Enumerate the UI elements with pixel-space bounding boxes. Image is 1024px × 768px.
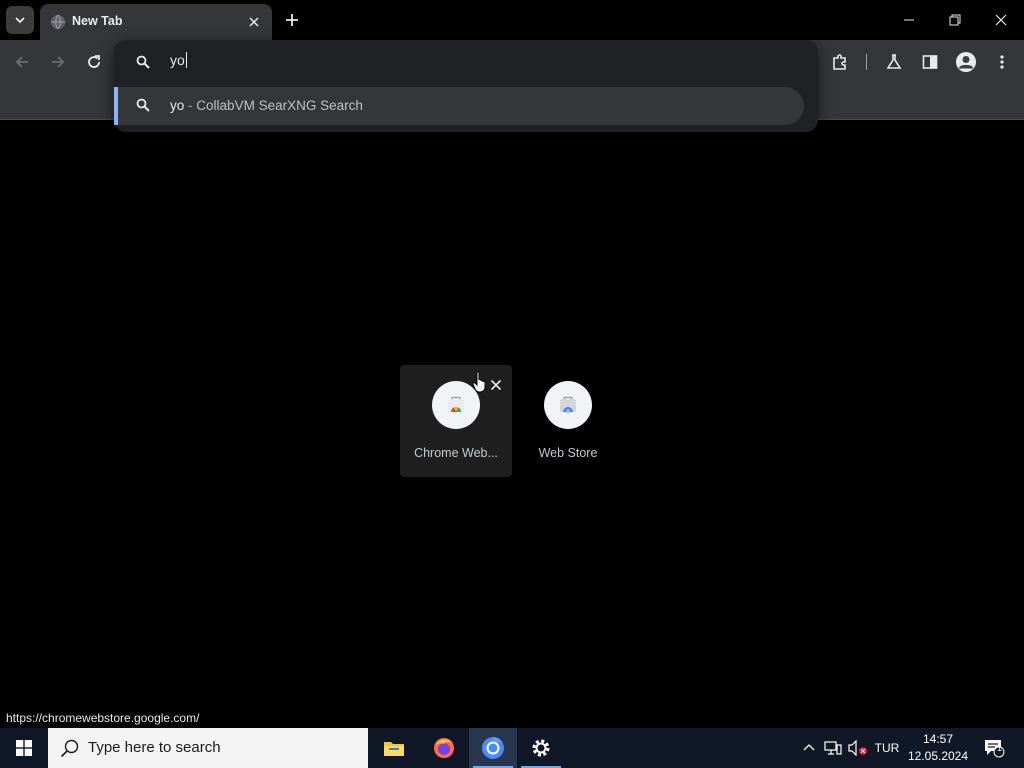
network-icon <box>824 741 842 755</box>
avatar-icon <box>956 52 976 72</box>
suggestion-text: yo - CollabVM SearXNG Search <box>170 98 363 113</box>
arrow-left-icon <box>15 56 28 68</box>
omnibox-suggestion[interactable]: yo - CollabVM SearXNG Search <box>114 87 804 125</box>
taskbar-firefox[interactable] <box>420 728 468 768</box>
tab-new-tab[interactable]: New Tab <box>40 4 272 40</box>
taskbar-search-box[interactable]: Type here to search <box>48 728 368 768</box>
taskbar-file-explorer[interactable] <box>370 728 418 768</box>
suggestion-description: CollabVM SearXNG Search <box>196 98 363 113</box>
side-panel-icon <box>922 55 938 69</box>
minimize-icon <box>904 19 914 21</box>
chevron-up-icon <box>803 744 815 751</box>
reload-button[interactable] <box>80 48 108 76</box>
chevron-down-icon <box>15 17 25 24</box>
search-icon <box>60 739 79 758</box>
search-icon <box>136 55 150 69</box>
taskbar: Type here to search TUR 14:57 12.05.2024 <box>0 728 1024 768</box>
restore-icon <box>949 14 961 26</box>
taskbar-clock[interactable]: 14:57 12.05.2024 <box>906 731 970 765</box>
puzzle-icon <box>833 54 846 70</box>
toolbar-divider <box>866 54 867 70</box>
side-panel-button[interactable] <box>916 48 944 76</box>
firefox-icon <box>434 738 454 758</box>
notification-center-button[interactable]: 1 <box>976 728 1012 768</box>
tab-search-button[interactable] <box>6 6 34 34</box>
show-hidden-icons-button[interactable] <box>798 728 820 768</box>
clock-time: 14:57 <box>922 732 954 746</box>
suggestion-selected-indicator <box>114 87 118 125</box>
close-icon <box>995 14 1007 26</box>
text-caret <box>185 52 187 68</box>
gear-icon <box>532 739 550 757</box>
volume-muted-icon <box>848 740 867 756</box>
address-bar-text: yo <box>170 52 185 68</box>
notification-count: 1 <box>997 743 1003 753</box>
web-store-icon <box>560 396 576 413</box>
shortcut-tile-chrome-web[interactable]: Chrome Web... <box>400 365 512 477</box>
taskbar-chrome[interactable] <box>469 728 517 768</box>
tab-close-button[interactable] <box>244 12 264 32</box>
suggestion-separator: - <box>188 98 193 113</box>
plus-icon <box>286 14 298 26</box>
arrow-right-icon <box>52 56 65 68</box>
taskbar-search-placeholder: Type here to search <box>88 739 221 756</box>
input-language-button[interactable]: TUR <box>872 728 902 768</box>
tab-strip: New Tab <box>0 0 1024 40</box>
chrome-web-store-icon <box>448 396 464 412</box>
omnibox-popup: yo yo - CollabVM SearXNG Search <box>114 40 818 132</box>
clock-date: 12.05.2024 <box>907 749 969 763</box>
minimize-button[interactable] <box>886 0 932 40</box>
screen: New Tab yo yo - CollabVM SearXNG Search … <box>0 0 1024 768</box>
close-icon <box>490 379 502 391</box>
chrome-icon <box>482 737 504 759</box>
tab-title: New Tab <box>72 14 123 28</box>
shortcut-label: Chrome Web... <box>414 446 498 460</box>
restore-button[interactable] <box>932 0 978 40</box>
back-button[interactable] <box>8 48 36 76</box>
search-icon <box>136 98 150 112</box>
extensions-button[interactable] <box>826 48 854 76</box>
shortcut-tile-web-store[interactable]: Web Store <box>512 365 624 477</box>
network-button[interactable] <box>822 728 844 768</box>
taskbar-settings[interactable] <box>517 728 565 768</box>
profile-button[interactable] <box>952 48 980 76</box>
globe-icon <box>51 14 65 30</box>
windows-icon <box>16 740 32 756</box>
close-window-button[interactable] <box>978 0 1024 40</box>
volume-button[interactable] <box>846 728 870 768</box>
menu-button[interactable] <box>988 48 1016 76</box>
new-tab-button[interactable] <box>280 8 304 32</box>
more-vert-icon <box>1000 55 1004 69</box>
reload-icon <box>88 55 100 68</box>
start-button[interactable] <box>0 728 48 768</box>
labs-button[interactable] <box>880 48 908 76</box>
flask-icon <box>886 54 902 69</box>
folder-icon <box>384 742 404 756</box>
suggestion-query: yo <box>170 98 185 113</box>
status-bar-url: https://chromewebstore.google.com/ <box>0 708 206 728</box>
forward-button[interactable] <box>44 48 72 76</box>
shortcut-favicon <box>544 381 592 429</box>
shortcut-label: Web Store <box>538 446 598 460</box>
close-icon <box>249 17 259 27</box>
address-bar-input[interactable]: yo <box>170 52 187 72</box>
hand-cursor-icon <box>472 371 486 393</box>
